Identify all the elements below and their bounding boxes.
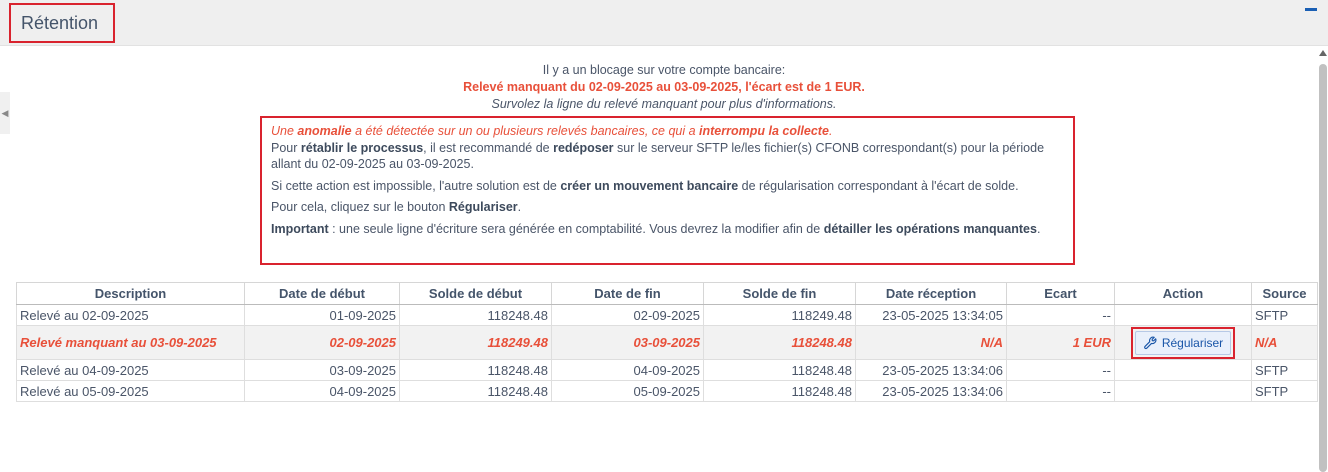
column-header-date-fin[interactable]: Date de fin <box>551 282 704 305</box>
cell-description: Relevé au 04-09-2025 <box>16 359 245 381</box>
info-strong: anomalie <box>297 124 352 138</box>
cell-action <box>1114 304 1252 326</box>
cell-date-reception: 23-05-2025 13:34:06 <box>855 380 1007 402</box>
regulariser-highlight: Régulariser <box>1130 326 1236 359</box>
cell-solde-fin: 118249.48 <box>703 304 856 326</box>
cell-ecart: -- <box>1006 380 1115 402</box>
table-row[interactable]: Relevé au 05-09-2025 04-09-2025 118248.4… <box>16 380 1318 402</box>
info-text: . <box>517 200 522 214</box>
blocking-notice: Il y a un blocage sur votre compte banca… <box>0 62 1328 113</box>
cell-source: N/A <box>1251 325 1318 360</box>
cell-solde-debut: 118248.48 <box>399 359 552 381</box>
column-header-date-debut[interactable]: Date de début <box>244 282 400 305</box>
wrench-icon <box>1143 336 1157 350</box>
column-header-ecart[interactable]: Ecart <box>1006 282 1115 305</box>
cell-date-reception: 23-05-2025 13:34:05 <box>855 304 1007 326</box>
cell-date-fin: 05-09-2025 <box>551 380 704 402</box>
table-row[interactable]: Relevé au 04-09-2025 03-09-2025 118248.4… <box>16 359 1318 381</box>
cell-source: SFTP <box>1251 380 1318 402</box>
column-header-description[interactable]: Description <box>16 282 245 305</box>
info-text: . <box>1036 221 1041 236</box>
cell-date-fin: 02-09-2025 <box>551 304 704 326</box>
cell-solde-debut: 118248.48 <box>399 380 552 402</box>
panel-title: Rétention <box>9 3 115 43</box>
cell-date-debut: 01-09-2025 <box>244 304 400 326</box>
scroll-up-icon[interactable] <box>1319 50 1327 56</box>
statements-table: Description Date de début Solde de début… <box>16 282 1318 402</box>
column-header-action[interactable]: Action <box>1114 282 1252 305</box>
info-text: : une seule ligne d'écriture sera généré… <box>328 221 824 236</box>
column-header-solde-fin[interactable]: Solde de fin <box>703 282 856 305</box>
info-strong: détailler les opérations manquantes <box>823 221 1037 236</box>
cell-solde-fin: 118248.48 <box>703 380 856 402</box>
info-strong: interrompu la collecte <box>699 124 829 138</box>
info-paragraph-1: Une anomalie a été détectée sur un ou pl… <box>271 123 1064 140</box>
info-strong: Régulariser <box>448 200 518 214</box>
notice-line-1: Il y a un blocage sur votre compte banca… <box>542 63 786 77</box>
cell-source: SFTP <box>1251 359 1318 381</box>
cell-date-debut: 02-09-2025 <box>244 325 400 360</box>
table-row-missing[interactable]: Relevé manquant au 03-09-2025 02-09-2025… <box>16 325 1318 360</box>
cell-ecart: -- <box>1006 359 1115 381</box>
notice-line-2: Relevé manquant du 02-09-2025 au 03-09-2… <box>463 80 865 94</box>
info-text: Pour <box>271 140 301 155</box>
cell-date-debut: 04-09-2025 <box>244 380 400 402</box>
cell-source: SFTP <box>1251 304 1318 326</box>
cell-date-reception: N/A <box>855 325 1007 360</box>
cell-description: Relevé au 05-09-2025 <box>16 380 245 402</box>
info-text: Si cette action est impossible, l'autre … <box>271 178 561 193</box>
notice-line-3: Survolez la ligne du relevé manquant pou… <box>491 97 837 111</box>
cell-action: Régulariser <box>1114 325 1252 360</box>
info-text: Pour cela, cliquez sur le bouton <box>271 200 449 214</box>
cell-action <box>1114 380 1252 402</box>
table-row[interactable]: Relevé au 02-09-2025 01-09-2025 118248.4… <box>16 304 1318 326</box>
cell-description: Relevé au 02-09-2025 <box>16 304 245 326</box>
regulariser-label: Régulariser <box>1161 335 1224 350</box>
info-paragraph-5: Important : une seule ligne d'écriture s… <box>271 221 1064 238</box>
table-header-row: Description Date de début Solde de début… <box>16 282 1318 305</box>
cell-ecart: -- <box>1006 304 1115 326</box>
column-header-solde-debut[interactable]: Solde de début <box>399 282 552 305</box>
info-text: a été détectée sur un ou plusieurs relev… <box>351 124 700 138</box>
cell-ecart: 1 EUR <box>1006 325 1115 360</box>
panel-header: Rétention <box>0 0 1328 46</box>
cell-solde-debut: 118248.48 <box>399 304 552 326</box>
cell-date-fin: 04-09-2025 <box>551 359 704 381</box>
regulariser-button[interactable]: Régulariser <box>1134 330 1232 355</box>
info-strong: redéposer <box>553 140 614 155</box>
info-strong: Important <box>271 221 329 236</box>
column-header-source[interactable]: Source <box>1251 282 1318 305</box>
cell-date-fin: 03-09-2025 <box>551 325 704 360</box>
cell-date-debut: 03-09-2025 <box>244 359 400 381</box>
cell-solde-fin: 118248.48 <box>703 359 856 381</box>
info-text: Une <box>271 124 298 138</box>
column-header-date-reception[interactable]: Date réception <box>855 282 1007 305</box>
cell-action <box>1114 359 1252 381</box>
cell-description: Relevé manquant au 03-09-2025 <box>16 325 245 360</box>
info-text: , il est recommandé de <box>423 140 554 155</box>
info-text: de régularisation correspondant à l'écar… <box>738 178 1019 193</box>
anomaly-info-box: Une anomalie a été détectée sur un ou pl… <box>260 116 1075 265</box>
minus-icon[interactable] <box>1305 8 1317 11</box>
cell-solde-fin: 118248.48 <box>703 325 856 360</box>
info-strong: créer un mouvement bancaire <box>560 178 739 193</box>
info-strong: rétablir le processus <box>300 140 424 155</box>
info-paragraph-3: Si cette action est impossible, l'autre … <box>271 178 1064 195</box>
info-paragraph-4: Pour cela, cliquez sur le bouton Régular… <box>271 199 1064 216</box>
scrollbar-thumb[interactable] <box>1319 64 1327 472</box>
info-paragraph-2: Pour rétablir le processus, il est recom… <box>271 140 1064 173</box>
cell-solde-debut: 118249.48 <box>399 325 552 360</box>
info-text: . <box>828 124 833 138</box>
cell-date-reception: 23-05-2025 13:34:06 <box>855 359 1007 381</box>
